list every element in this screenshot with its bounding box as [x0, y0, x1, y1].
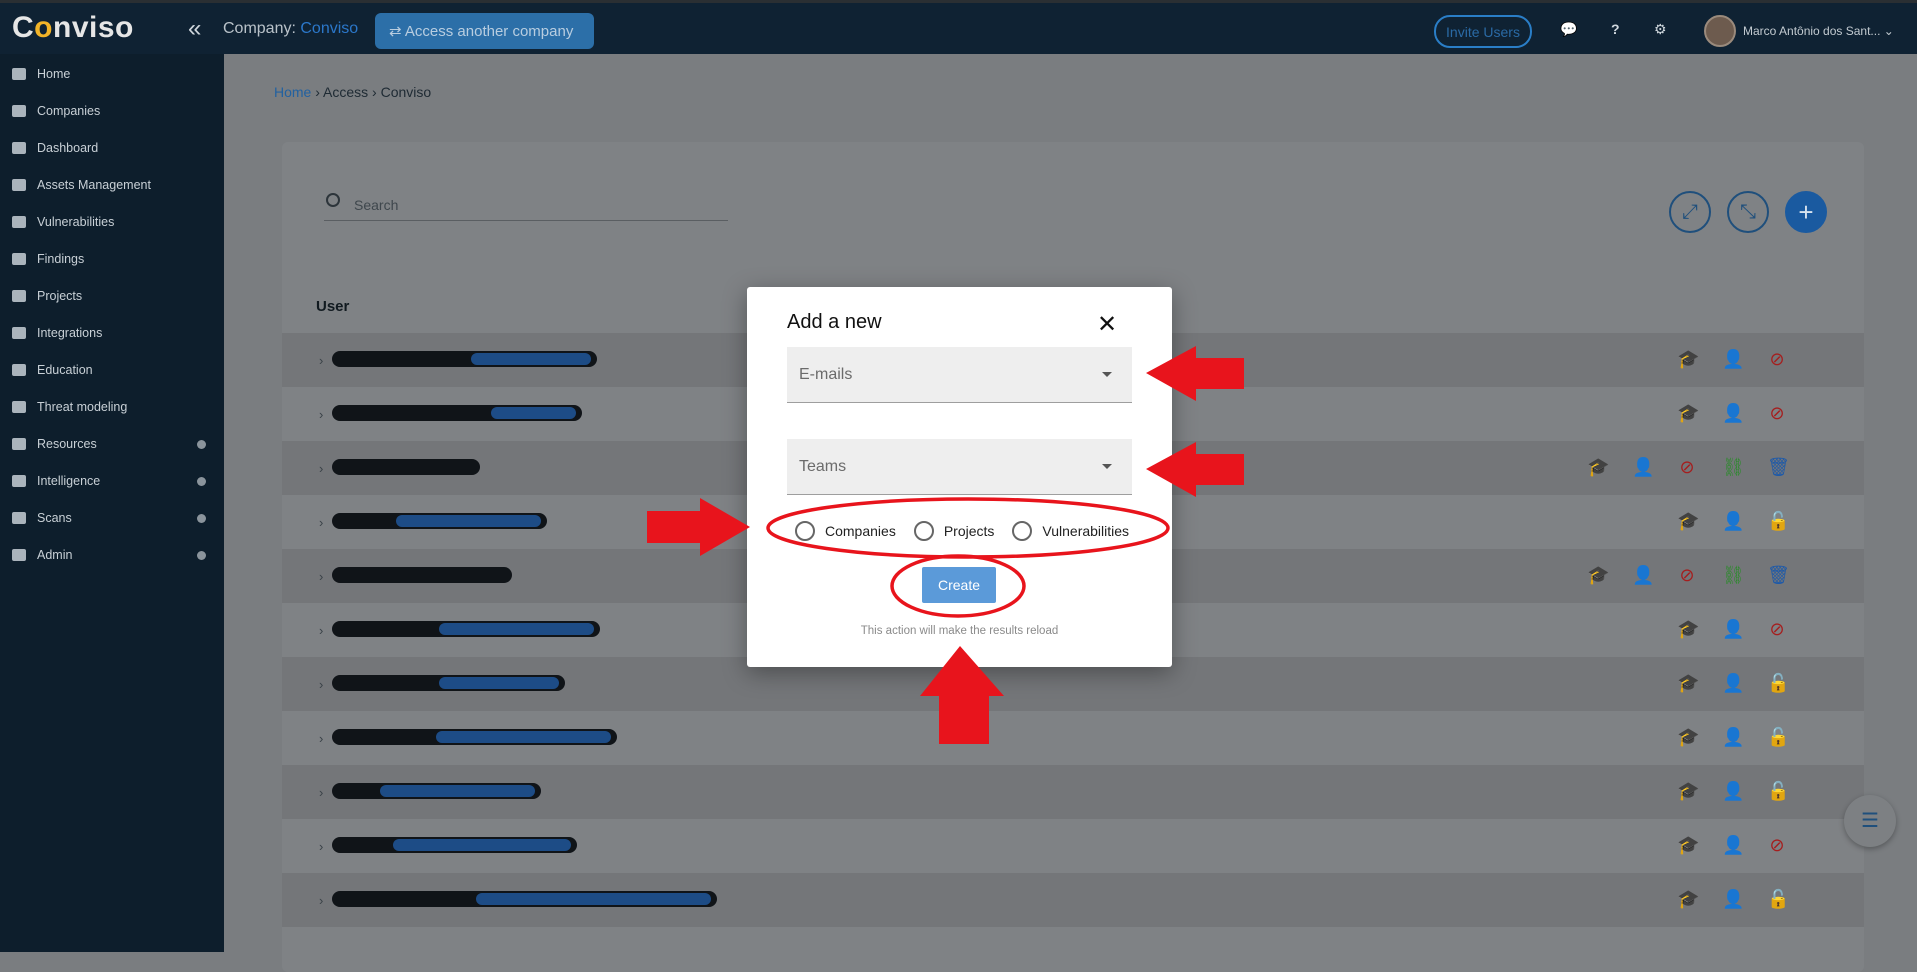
- arrow-up-icon: [920, 646, 1004, 744]
- arrow-right-icon: [647, 498, 750, 556]
- annotation-overlay: [647, 346, 1244, 744]
- arrow-left-icon: [1146, 346, 1244, 401]
- highlight-ellipse: [890, 554, 1026, 618]
- highlight-ellipse: [766, 497, 1170, 559]
- arrow-left-icon: [1146, 442, 1244, 497]
